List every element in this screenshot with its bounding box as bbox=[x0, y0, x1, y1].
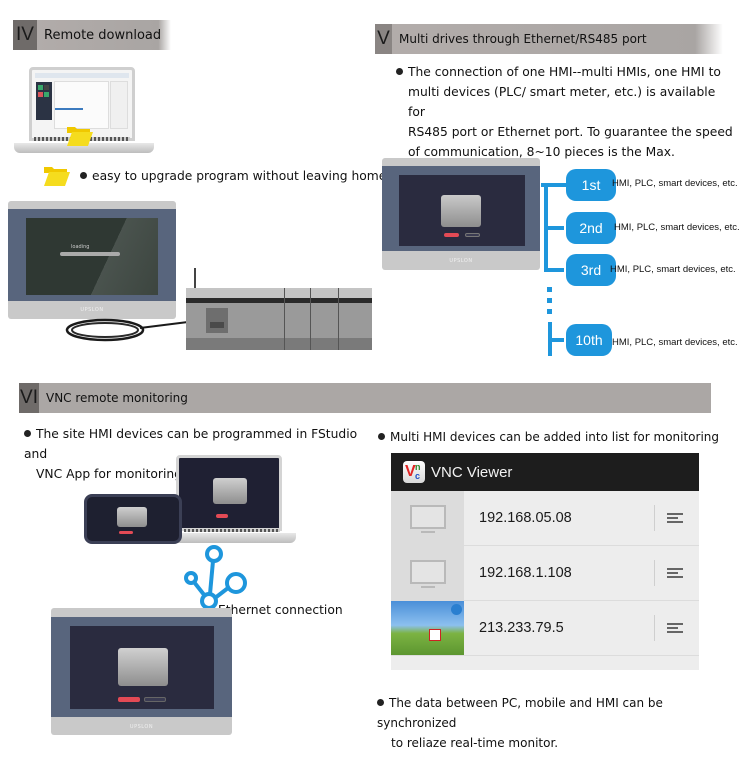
bullet-dot bbox=[396, 68, 403, 75]
desktop-screenshot-thumbnail bbox=[391, 601, 464, 655]
monitor-icon bbox=[410, 505, 446, 529]
device-tag-3rd: 3rd bbox=[566, 254, 616, 286]
section-iv-header: IV Remote download bbox=[13, 20, 171, 50]
hmi-brand: UPSLON bbox=[449, 258, 473, 264]
connection-thumbnail bbox=[391, 546, 464, 600]
section-v-bullet: The connection of one HMI--multi HMIs, o… bbox=[396, 62, 736, 162]
menu-icon[interactable] bbox=[667, 511, 683, 525]
connection-ip: 192.168.1.108 bbox=[479, 565, 572, 581]
ethernet-connection-label: Ethernet connection bbox=[218, 603, 343, 617]
vnc-logo-icon: V n c bbox=[403, 461, 425, 483]
hmi-brand: UPSLON bbox=[129, 724, 154, 730]
bullet-dot bbox=[80, 172, 87, 179]
monitor-stand bbox=[421, 586, 435, 588]
menu-icon[interactable] bbox=[667, 621, 683, 635]
monitor-icon bbox=[410, 560, 446, 584]
antenna bbox=[194, 268, 196, 288]
device-label: HMI, PLC, smart devices, etc. bbox=[612, 337, 738, 348]
vnc-connection-row[interactable]: 192.168.1.108 bbox=[391, 546, 699, 601]
bullet-line: The data between PC, mobile and HMI can … bbox=[377, 696, 663, 730]
plc-device bbox=[186, 288, 372, 350]
section-v-header: V Multi drives through Ethernet/RS485 po… bbox=[375, 24, 723, 54]
tree-branch bbox=[544, 226, 564, 230]
hmi-panel: UPSLON bbox=[51, 608, 232, 735]
bullet-dot bbox=[24, 430, 31, 437]
bullet-text: easy to upgrade program without leaving … bbox=[92, 169, 387, 183]
device-label: HMI, PLC, smart devices, etc. bbox=[612, 178, 738, 189]
loading-label: loading bbox=[71, 244, 90, 250]
bullet-line: The connection of one HMI--multi HMIs, o… bbox=[408, 65, 721, 79]
app-icon bbox=[429, 629, 441, 641]
connection-thumbnail bbox=[391, 491, 464, 545]
laptop-illustration bbox=[14, 65, 154, 160]
divider bbox=[654, 505, 655, 531]
device-tag-10th: 10th bbox=[566, 324, 612, 356]
section-number: V bbox=[375, 24, 392, 54]
ellipsis-dot bbox=[547, 298, 552, 303]
section-vi-bottom-bullet: The data between PC, mobile and HMI can … bbox=[377, 693, 745, 753]
connection-ip: 192.168.05.08 bbox=[479, 510, 572, 526]
device-label: HMI, PLC, smart devices, etc. bbox=[610, 264, 736, 275]
vnc-connection-row[interactable]: 213.233.79.5 bbox=[391, 601, 699, 656]
device-label: HMI, PLC, smart devices, etc. bbox=[614, 222, 740, 233]
folder-icon bbox=[44, 167, 70, 186]
device-tag-1st: 1st bbox=[566, 169, 616, 201]
vnc-title-bar: V n c VNC Viewer bbox=[391, 453, 699, 491]
connection-ip: 213.233.79.5 bbox=[479, 620, 564, 636]
section-vi-right-bullet: Multi HMI devices can be added into list… bbox=[378, 427, 719, 447]
section-title: VNC remote monitoring bbox=[46, 391, 188, 405]
laptop-illustration bbox=[170, 455, 296, 547]
section-title: Multi drives through Ethernet/RS485 port bbox=[399, 32, 647, 46]
hmi-screen bbox=[70, 626, 214, 709]
bullet-dot bbox=[378, 433, 385, 440]
vnc-title: VNC Viewer bbox=[431, 463, 513, 481]
hmi-loading-screen: loading bbox=[26, 218, 158, 295]
bullet-text: Multi HMI devices can be added into list… bbox=[390, 430, 720, 444]
phone-illustration bbox=[84, 494, 182, 544]
section-iv-bullet: easy to upgrade program without leaving … bbox=[80, 166, 386, 186]
divider bbox=[654, 560, 655, 586]
section-number: IV bbox=[13, 20, 37, 50]
device-tag-2nd: 2nd bbox=[566, 212, 616, 244]
tree-branch bbox=[544, 268, 564, 272]
hmi-screen bbox=[399, 175, 525, 246]
ellipsis-dot bbox=[547, 309, 552, 314]
tree-branch bbox=[548, 338, 564, 342]
divider bbox=[654, 615, 655, 641]
app-icon bbox=[451, 604, 462, 615]
section-number: VI bbox=[19, 383, 39, 413]
vnc-viewer-app: V n c VNC Viewer 192.168.05.08 192.168.1… bbox=[391, 453, 699, 670]
loading-progress-bar bbox=[60, 252, 120, 256]
menu-icon[interactable] bbox=[667, 566, 683, 580]
bullet-line: to reliaze real-time monitor. bbox=[391, 736, 559, 750]
bullet-dot bbox=[377, 699, 384, 706]
bullet-line: RS485 port or Ethernet port. To guarante… bbox=[408, 125, 733, 139]
monitor-stand bbox=[421, 531, 435, 533]
section-title: Remote download bbox=[44, 27, 162, 43]
cable bbox=[65, 318, 189, 342]
hmi-panel: UPSLON bbox=[382, 158, 540, 270]
section-vi-header: VI VNC remote monitoring bbox=[19, 383, 711, 413]
folder-icon bbox=[67, 127, 93, 146]
vnc-connection-row[interactable]: 192.168.05.08 bbox=[391, 491, 699, 546]
bullet-line: multi devices (PLC/ smart meter, etc.) i… bbox=[408, 85, 716, 119]
ellipsis-dot bbox=[547, 287, 552, 292]
